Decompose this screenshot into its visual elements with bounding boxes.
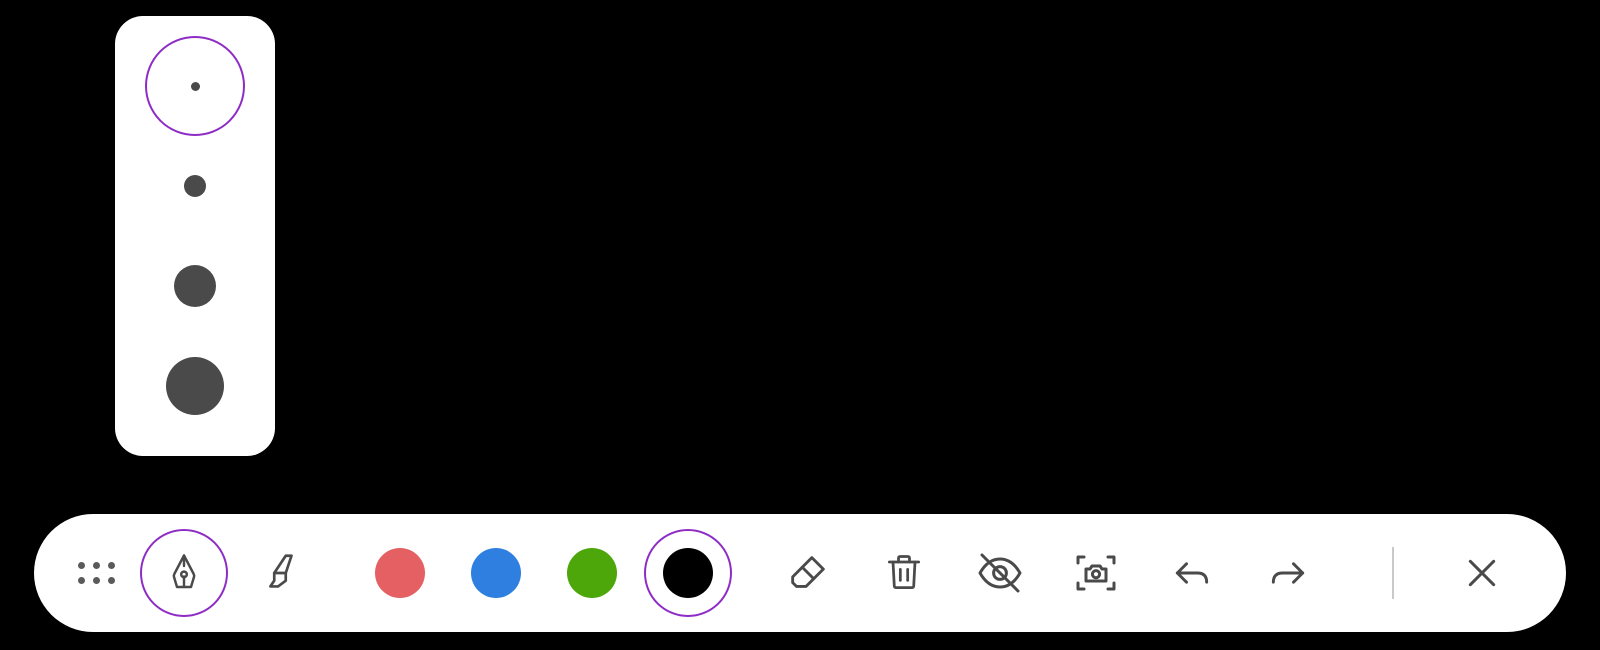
eraser-tool[interactable] [764,529,852,617]
divider [1392,547,1394,599]
pen-size-xs[interactable] [145,36,245,136]
color-swatch-icon [567,548,617,598]
undo-button[interactable] [1148,529,1236,617]
redo-button[interactable] [1244,529,1332,617]
drag-dot-icon [78,577,85,584]
highlighter-tool[interactable] [236,529,324,617]
eraser-icon [785,550,831,596]
size-dot-icon [174,265,216,307]
drag-handle[interactable] [74,562,118,584]
pen-size-sm[interactable] [145,136,245,236]
drag-dot-icon [108,577,115,584]
drag-dot-icon [108,562,115,569]
color-red[interactable] [356,529,444,617]
delete-button[interactable] [860,529,948,617]
drag-dot-icon [93,562,100,569]
pen-icon [163,552,205,594]
undo-icon [1170,551,1214,595]
color-swatch-icon [471,548,521,598]
trash-icon [882,551,926,595]
redo-icon [1266,551,1310,595]
color-swatch-icon [375,548,425,598]
color-blue[interactable] [452,529,540,617]
color-swatch-icon [663,548,713,598]
size-dot-icon [166,357,224,415]
size-dot-icon [191,82,200,91]
color-green[interactable] [548,529,636,617]
pen-size-popup [115,16,275,456]
close-button[interactable] [1438,529,1526,617]
size-dot-icon [184,175,206,197]
annotation-toolbar [34,514,1566,632]
highlighter-icon [257,550,303,596]
color-black[interactable] [644,529,732,617]
pen-tool[interactable] [140,529,228,617]
capture-button[interactable] [1052,529,1140,617]
hide-button[interactable] [956,529,1044,617]
drag-dot-icon [78,562,85,569]
pen-size-md[interactable] [145,236,245,336]
camera-capture-icon [1072,549,1120,597]
close-icon [1462,553,1502,593]
pen-size-lg[interactable] [145,336,245,436]
eye-off-icon [976,549,1024,597]
drag-dot-icon [93,577,100,584]
